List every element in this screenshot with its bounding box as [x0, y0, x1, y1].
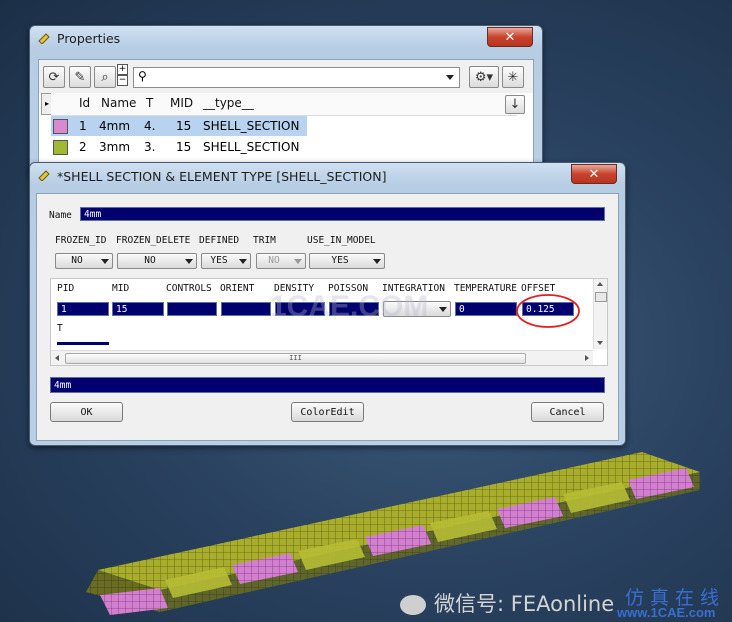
cancel-button[interactable]: Cancel	[531, 402, 604, 422]
name-field[interactable]: 4mm	[80, 207, 605, 221]
eraser-icon[interactable]: ✎	[69, 66, 91, 88]
row-type: SHELL_SECTION	[203, 140, 300, 154]
defined-label: DEFINED	[199, 235, 240, 246]
pid-field[interactable]: 1	[57, 302, 109, 316]
center-watermark: 1CAE.COM	[270, 290, 429, 323]
col-name[interactable]: Name	[101, 96, 136, 110]
horizontal-scrollbar[interactable]: III	[51, 350, 593, 365]
mid-field[interactable]: 15	[112, 302, 164, 316]
chevron-down-icon	[101, 259, 109, 264]
site-watermark: www.1CAE.com	[617, 605, 716, 620]
row-t: 3.	[144, 140, 156, 154]
properties-titlebar[interactable]: Properties ✕	[30, 26, 542, 52]
properties-client: ⟳ ✎ ⌕ + − ⚲ ⚙▾ ✳ ▸ Id Name T MID __type_…	[38, 59, 534, 177]
partial-row-bar	[57, 342, 109, 345]
row-name: 3mm	[99, 140, 131, 154]
col-id[interactable]: Id	[79, 96, 90, 110]
search-icon: ⚲	[138, 69, 147, 83]
row-id: 1	[79, 119, 87, 133]
refresh-icon[interactable]: ⟳	[43, 66, 65, 88]
properties-window: Properties ✕ ⟳ ✎ ⌕ + − ⚲ ⚙▾ ✳ ▸ Id Name …	[29, 25, 543, 177]
trim-label: TRIM	[253, 235, 276, 246]
chevron-down-icon	[239, 259, 247, 264]
horizontal-scroll-thumb[interactable]: III	[65, 353, 526, 364]
comment-field[interactable]: 4mm	[50, 377, 605, 393]
temperature-field[interactable]: 0	[455, 302, 517, 316]
row-t: 4.	[144, 119, 156, 133]
expand-icon[interactable]: +	[117, 64, 128, 75]
dialog-titlebar[interactable]: *SHELL SECTION & ELEMENT TYPE [SHELL_SEC…	[30, 163, 625, 189]
chevron-down-icon	[446, 75, 454, 80]
trim-select: NO	[256, 253, 306, 269]
pencil-app-icon	[38, 170, 50, 181]
vertical-scrollbar[interactable]	[593, 279, 607, 349]
frozen-id-select[interactable]: NO	[55, 253, 113, 269]
ok-button[interactable]: OK	[50, 402, 123, 422]
mesh-top-face	[98, 452, 700, 590]
pencil-app-icon	[38, 33, 50, 44]
col-type[interactable]: __type__	[203, 96, 254, 110]
row-name: 4mm	[99, 119, 131, 133]
frozen-id-label: FROZEN_ID	[55, 235, 107, 246]
dialog-close-button[interactable]: ✕	[571, 164, 617, 184]
chevron-down-icon	[373, 259, 381, 264]
defined-select[interactable]: YES	[201, 253, 251, 269]
col-mid[interactable]: MID	[170, 96, 193, 110]
scroll-up-icon[interactable]	[597, 282, 603, 286]
frozen-delete-select[interactable]: NO	[117, 253, 197, 269]
name-label: Name	[49, 210, 72, 221]
scroll-left-icon[interactable]	[55, 355, 59, 361]
color-swatch	[53, 119, 68, 134]
table-row[interactable]: 2 3mm 3. 15 SHELL_SECTION	[51, 137, 307, 157]
controls-header: CONTROLS	[166, 283, 212, 294]
coloredit-button[interactable]: ColorEdit	[291, 402, 364, 422]
search-combo[interactable]: ⚲	[133, 67, 460, 88]
temperature-header: TEMPERATURE	[454, 283, 517, 294]
scroll-down-icon[interactable]: ↓	[505, 95, 525, 114]
col-t[interactable]: T	[146, 96, 153, 110]
orient-field[interactable]	[221, 302, 271, 316]
chevron-down-icon	[185, 259, 193, 264]
color-swatch	[53, 140, 68, 155]
vertical-scroll-thumb[interactable]	[595, 292, 607, 302]
pick-icon[interactable]: ✳	[502, 66, 524, 88]
properties-title: Properties	[57, 31, 121, 46]
row-mid: 15	[176, 119, 192, 133]
scroll-right-icon[interactable]	[585, 355, 589, 361]
mid-header: MID	[112, 283, 130, 294]
row-type: SHELL_SECTION	[203, 119, 300, 133]
table-row[interactable]: 1 4mm 4. 15 SHELL_SECTION	[51, 116, 307, 136]
chevron-down-icon	[439, 307, 447, 312]
pid-header: PID	[57, 283, 75, 294]
orient-header: ORIENT	[220, 283, 255, 294]
dialog-title: *SHELL SECTION & ELEMENT TYPE [SHELL_SEC…	[57, 169, 387, 184]
row-mid: 15	[176, 140, 192, 154]
table-header: Id Name T MID __type__	[51, 93, 517, 116]
settings-gear-icon[interactable]: ⚙▾	[469, 66, 499, 88]
controls-field[interactable]	[167, 302, 217, 316]
row-id: 2	[79, 140, 87, 154]
properties-close-button[interactable]: ✕	[487, 27, 533, 47]
frozen-delete-label: FROZEN_DELETE	[116, 235, 191, 246]
use-in-model-select[interactable]: YES	[309, 253, 385, 269]
wechat-watermark: 微信号: FEAonline	[400, 588, 614, 618]
collapse-icon[interactable]: −	[117, 75, 128, 86]
use-in-model-label: USE_IN_MODEL	[307, 235, 376, 246]
wechat-icon	[400, 595, 426, 615]
t-row-label: T	[57, 323, 63, 334]
scroll-down-icon[interactable]	[597, 341, 603, 345]
zoom-icon[interactable]: ⌕	[94, 66, 116, 88]
offset-annotation-circle	[516, 294, 580, 328]
chevron-down-icon	[294, 259, 302, 264]
